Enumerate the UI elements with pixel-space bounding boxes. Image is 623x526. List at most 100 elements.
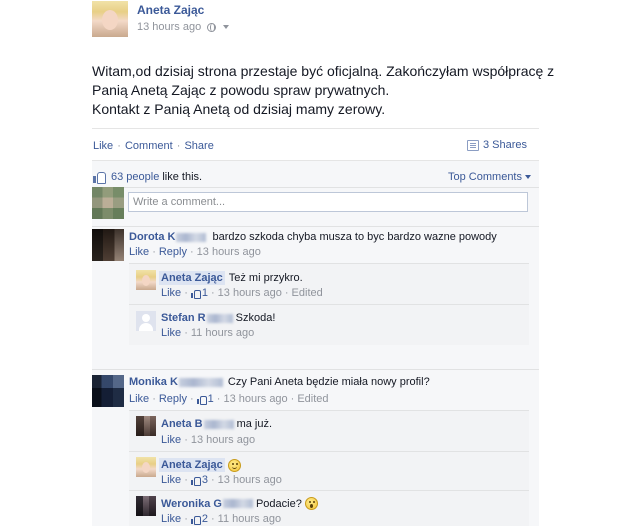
post-time-text[interactable]: 13 hours ago <box>137 21 201 33</box>
commenter-avatar[interactable] <box>92 229 124 261</box>
comment-button[interactable]: Comment <box>125 140 173 152</box>
reply-time[interactable]: 13 hours ago <box>218 287 282 299</box>
comment-like-button[interactable]: Like <box>129 246 149 258</box>
comment-time[interactable]: 13 hours ago <box>197 246 261 258</box>
redacted-surname <box>178 377 223 387</box>
reply-author[interactable]: Aneta Zając <box>159 458 225 472</box>
reply-like-button[interactable]: Like <box>161 474 181 486</box>
reply-author[interactable]: Aneta Zając <box>159 271 225 285</box>
post-action-bar: Like · Comment · Share 3 Shares <box>92 128 539 161</box>
post-author-name[interactable]: Aneta Zając <box>137 3 204 17</box>
redacted-surname <box>203 419 234 429</box>
shocked-emoji-icon <box>304 497 318 510</box>
redacted-surname <box>206 313 233 323</box>
comment-text: bardzo szkoda chyba musza to byc bardzo … <box>212 231 497 243</box>
share-icon <box>466 139 479 151</box>
reply: Weronika G Podacie? <box>161 497 318 510</box>
post-text-line: Kontakt z Panią Anetą od dzisiaj mamy ze… <box>92 101 386 117</box>
comment-like-count[interactable]: 1 <box>208 393 214 405</box>
separator: · <box>184 513 188 525</box>
comment-time[interactable]: 13 hours ago <box>223 393 287 405</box>
reply-avatar[interactable] <box>136 416 156 436</box>
post-author-avatar[interactable] <box>92 1 128 37</box>
commenter-avatar[interactable] <box>92 375 124 407</box>
edited-label[interactable]: Edited <box>297 393 328 405</box>
comment-reply-button[interactable]: Reply <box>159 393 187 405</box>
separator: · <box>176 140 181 152</box>
reply-time[interactable]: 11 hours ago <box>191 327 254 339</box>
reply-author[interactable]: Stefan R <box>161 312 206 324</box>
reply-like-count[interactable]: 3 <box>202 474 208 486</box>
post-text-line: Panią Anetą Zając z powodu spraw prywatn… <box>92 82 390 98</box>
reply-like-button[interactable]: Like <box>161 513 181 525</box>
like-button[interactable]: Like <box>93 140 113 152</box>
reply-time[interactable]: 13 hours ago <box>191 434 255 446</box>
separator: · <box>189 246 194 258</box>
redacted-surname <box>176 232 207 242</box>
separator: · <box>189 393 194 405</box>
separator: · <box>210 287 215 299</box>
separator: · <box>152 393 156 405</box>
reply-like-count[interactable]: 2 <box>202 513 208 525</box>
separator: · <box>184 434 188 446</box>
reply-author[interactable]: Weronika G <box>161 498 222 510</box>
likes-summary: 63 people like this. Top Comments <box>92 168 539 186</box>
comment-reply-button[interactable]: Reply <box>159 246 187 258</box>
reply-like-button[interactable]: Like <box>161 327 181 339</box>
shares-count[interactable]: 3 Shares <box>483 139 527 151</box>
chevron-down-icon[interactable] <box>223 25 230 29</box>
current-user-avatar <box>92 187 124 219</box>
top-comments-dropdown[interactable]: Top Comments <box>448 171 531 183</box>
comment: Dorota K bardzo szkoda chyba musza to by… <box>129 231 497 243</box>
divider <box>129 304 529 305</box>
reply-time[interactable]: 13 hours ago <box>218 474 282 486</box>
reply-avatar[interactable] <box>136 270 156 290</box>
separator: · <box>210 513 215 525</box>
reply-like-count[interactable]: 1 <box>202 287 208 299</box>
reply-text: ma już. <box>236 418 273 430</box>
comment-author[interactable]: Dorota K <box>129 231 175 243</box>
shares-count-link[interactable]: 3 Shares <box>466 139 527 151</box>
separator: · <box>290 393 295 405</box>
comment-meta: Like · Reply · 13 hours ago <box>129 246 261 258</box>
separator: · <box>184 327 188 339</box>
reply-avatar[interactable] <box>136 311 156 331</box>
reply: Aneta B ma już. <box>161 418 272 430</box>
reply-time[interactable]: 11 hours ago <box>218 513 281 525</box>
comment-input[interactable] <box>128 192 528 212</box>
reply-avatar[interactable] <box>136 457 156 477</box>
divider <box>129 451 529 452</box>
reply-like-button[interactable]: Like <box>161 287 181 299</box>
comment-text: Czy Pani Aneta będzie miała nowy profil? <box>227 376 430 388</box>
reply-meta: Like · 3 · 13 hours ago <box>161 474 282 486</box>
comment-author[interactable]: Monika K <box>129 376 178 388</box>
reply-author[interactable]: Aneta B <box>161 418 203 430</box>
chevron-down-icon[interactable] <box>525 175 531 179</box>
comment-meta: Like · Reply · 1 · 13 hours ago · Edited <box>129 393 329 405</box>
post-body: Witam,od dzisiaj strona przestaje być of… <box>92 62 554 119</box>
redacted-surname <box>222 499 253 508</box>
reply-meta: Like · 13 hours ago <box>161 434 255 446</box>
divider <box>92 187 539 188</box>
separator: · <box>210 474 215 486</box>
share-button[interactable]: Share <box>184 140 213 152</box>
reply-like-button[interactable]: Like <box>161 434 181 446</box>
comment-like-button[interactable]: Like <box>129 393 149 405</box>
globe-icon <box>207 22 217 32</box>
top-comments-label[interactable]: Top Comments <box>448 171 522 183</box>
reply-meta: Like · 11 hours ago <box>161 327 254 339</box>
likes-count-link[interactable]: 63 people <box>111 171 159 183</box>
separator: · <box>117 140 121 152</box>
reply-avatar[interactable] <box>136 496 156 516</box>
thumbs-up-icon <box>93 171 106 184</box>
reply-meta: Like · 2 · 11 hours ago <box>161 513 281 525</box>
thumbs-up-icon <box>190 289 201 299</box>
thumbs-up-icon <box>196 395 207 405</box>
separator: · <box>152 246 156 258</box>
divider <box>92 369 539 370</box>
comment: Monika K Czy Pani Aneta będzie miała now… <box>129 376 430 388</box>
separator: · <box>184 474 188 486</box>
edited-label[interactable]: Edited <box>292 287 323 299</box>
reply-text: Szkoda! <box>235 312 276 324</box>
divider <box>129 410 529 411</box>
